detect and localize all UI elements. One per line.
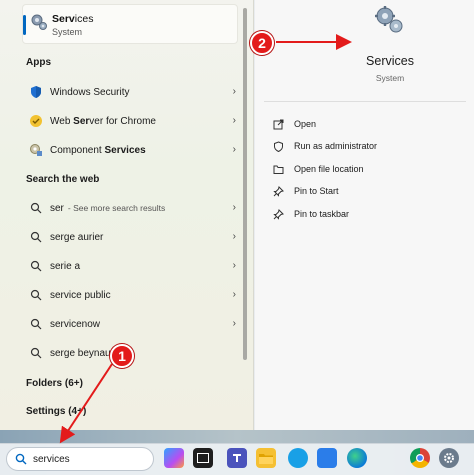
search-icon bbox=[28, 316, 44, 332]
web-result-sub: - See more search results bbox=[67, 203, 166, 213]
action-pin-to-taskbar[interactable]: Pin to taskbar bbox=[272, 205, 349, 223]
detail-subtitle: System bbox=[375, 73, 405, 83]
folder-icon bbox=[272, 163, 284, 175]
step-marker-2: 2 bbox=[250, 31, 274, 55]
file-explorer-icon[interactable] bbox=[256, 448, 276, 468]
search-icon bbox=[28, 229, 44, 245]
best-match-services[interactable]: Services System bbox=[22, 4, 238, 44]
section-folders[interactable]: Folders (6+) bbox=[26, 378, 83, 389]
chevron-right-icon[interactable]: › bbox=[233, 115, 236, 126]
selection-accent bbox=[23, 15, 26, 35]
taskbar-search-box[interactable] bbox=[6, 447, 154, 471]
chevron-right-icon[interactable]: › bbox=[233, 144, 236, 155]
web-result-label: servicenow bbox=[50, 318, 101, 330]
detail-title: Services bbox=[366, 54, 414, 68]
best-match-title: Services bbox=[52, 13, 94, 25]
app-icon[interactable] bbox=[288, 448, 308, 468]
search-icon bbox=[28, 287, 44, 303]
best-match-subtitle: System bbox=[52, 27, 83, 37]
shield-icon bbox=[28, 84, 44, 100]
edge-icon[interactable] bbox=[347, 448, 367, 468]
detail-divider bbox=[264, 101, 466, 102]
search-icon bbox=[28, 200, 44, 216]
taskbar-search-input[interactable] bbox=[33, 453, 143, 465]
component-services-icon bbox=[28, 142, 44, 158]
app-web-server-for-chrome[interactable]: Web Server for Chrome › bbox=[22, 109, 240, 133]
web-result-serie-a[interactable]: serie a › bbox=[22, 254, 240, 278]
results-scrollbar-thumb[interactable] bbox=[243, 8, 247, 360]
chevron-right-icon[interactable]: › bbox=[233, 318, 236, 329]
search-icon bbox=[28, 345, 44, 361]
snipping-icon[interactable] bbox=[317, 448, 337, 468]
teams-icon[interactable] bbox=[227, 448, 247, 468]
open-icon bbox=[272, 118, 284, 130]
section-apps: Apps bbox=[26, 57, 51, 68]
chevron-right-icon[interactable]: › bbox=[233, 86, 236, 97]
app-windows-security[interactable]: Windows Security › bbox=[22, 80, 240, 104]
web-result-label: serge aurier bbox=[50, 231, 104, 243]
chevron-right-icon[interactable]: › bbox=[233, 260, 236, 271]
search-icon bbox=[15, 453, 27, 465]
action-label: Pin to Start bbox=[294, 186, 339, 196]
search-icon bbox=[28, 258, 44, 274]
web-result-label: service public bbox=[50, 289, 111, 301]
chevron-right-icon[interactable]: › bbox=[233, 202, 236, 213]
action-open-file-location[interactable]: Open file location bbox=[272, 160, 364, 178]
action-label: Run as administrator bbox=[294, 141, 378, 151]
pin-icon bbox=[272, 185, 284, 197]
section-search-the-web: Search the web bbox=[26, 174, 100, 185]
settings-icon[interactable] bbox=[439, 448, 459, 468]
app-label: Web Server for Chrome bbox=[50, 115, 156, 127]
terminal-icon[interactable] bbox=[193, 448, 213, 468]
web-result-serge-aurier[interactable]: serge aurier › bbox=[22, 225, 240, 249]
shield-admin-icon bbox=[272, 140, 284, 152]
web-result-service-public[interactable]: service public › bbox=[22, 283, 240, 307]
web-result-label: ser bbox=[50, 202, 64, 214]
action-label: Open file location bbox=[294, 164, 364, 174]
action-label: Open bbox=[294, 119, 317, 129]
web-result-label: serie a bbox=[50, 260, 81, 272]
gears-icon bbox=[373, 4, 405, 36]
web-result-ser[interactable]: ser - See more search results › bbox=[22, 196, 240, 220]
app-label: Component Services bbox=[50, 144, 146, 156]
pin-icon bbox=[272, 208, 284, 220]
action-pin-to-start[interactable]: Pin to Start bbox=[272, 182, 339, 200]
chevron-right-icon[interactable]: › bbox=[233, 231, 236, 242]
section-settings[interactable]: Settings (4+) bbox=[26, 406, 86, 417]
copilot-icon[interactable] bbox=[164, 448, 184, 468]
action-run-as-administrator[interactable]: Run as administrator bbox=[272, 137, 377, 155]
action-label: Pin to taskbar bbox=[294, 209, 350, 219]
web-result-servicenow[interactable]: servicenow › bbox=[22, 312, 240, 336]
app-component-services[interactable]: Component Services › bbox=[22, 138, 240, 162]
chrome-icon[interactable] bbox=[410, 448, 430, 468]
web-server-icon bbox=[28, 113, 44, 129]
gears-icon bbox=[30, 13, 48, 31]
app-label: Windows Security bbox=[50, 86, 130, 98]
action-open[interactable]: Open bbox=[272, 115, 316, 133]
chevron-right-icon[interactable]: › bbox=[233, 289, 236, 300]
web-result-label: serge beynau bbox=[50, 347, 111, 359]
step-marker-1: 1 bbox=[110, 344, 134, 368]
